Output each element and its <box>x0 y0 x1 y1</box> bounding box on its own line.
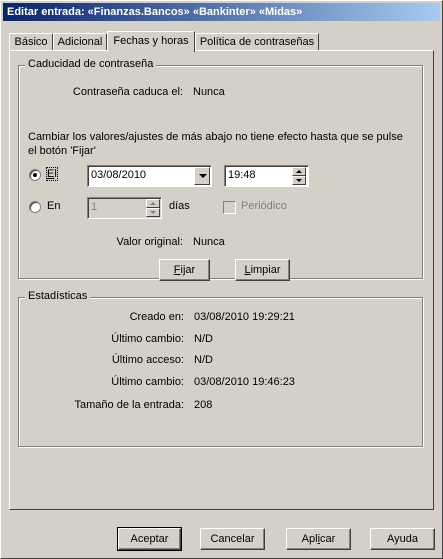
statistics-group: Estadísticas Creado en: 03/08/2010 19:29… <box>18 290 423 447</box>
tab-dates-times[interactable]: Fechas y horas <box>107 31 195 52</box>
original-value: Nunca <box>193 236 225 248</box>
tab-additional[interactable]: Adicional <box>53 33 107 50</box>
time-spin-down[interactable] <box>292 176 306 185</box>
window-title: Editar entrada: «Finanzas.Bancos» «Banki… <box>3 3 440 21</box>
radio-in-days[interactable] <box>29 201 41 213</box>
radio-on-date-label[interactable]: El <box>46 167 58 181</box>
set-button[interactable]: Fijar <box>159 259 210 281</box>
periodic-checkbox[interactable] <box>223 201 236 214</box>
radio-in-days-label[interactable]: En <box>47 200 60 212</box>
chevron-down-icon <box>199 174 207 178</box>
stat-label: Último cambio: <box>111 376 184 388</box>
stat-label: Tamaño de la entrada: <box>74 399 184 411</box>
statistics-group-title: Estadísticas <box>25 290 91 302</box>
stat-value: 208 <box>194 399 213 411</box>
notice-text: Cambiar los valores/ajustes de más abajo… <box>28 131 403 157</box>
cancel-button[interactable]: Cancelar <box>200 528 265 550</box>
stat-value: 03/08/2010 19:29:21 <box>194 311 295 323</box>
days-spin-up[interactable] <box>146 199 160 208</box>
radio-selected-dot <box>33 173 37 177</box>
periodic-label: Periódico <box>241 200 287 212</box>
edit-entry-dialog: Editar entrada: «Finanzas.Bancos» «Banki… <box>0 0 443 559</box>
expiry-group-title: Caducidad de contraseña <box>25 58 157 70</box>
stat-value: N/D <box>194 333 213 345</box>
expiry-group: Caducidad de contraseña Contraseña caduc… <box>18 58 423 281</box>
accept-button[interactable]: Aceptar <box>117 527 182 551</box>
tab-password-policy[interactable]: Política de contraseñas <box>195 33 319 50</box>
clear-button[interactable]: Limpiar <box>235 259 290 281</box>
arrow-up-icon <box>296 170 302 173</box>
time-spin-up[interactable] <box>292 167 306 176</box>
help-button[interactable]: Ayuda <box>370 528 435 550</box>
stat-label: Último cambio: <box>111 333 184 345</box>
arrow-down-icon <box>296 179 302 182</box>
expires-value: Nunca <box>193 86 225 98</box>
date-dropdown-button[interactable] <box>194 167 210 185</box>
tab-panel: Caducidad de contraseña Contraseña caduc… <box>9 50 434 510</box>
days-spin-down[interactable] <box>146 208 160 217</box>
arrow-down-icon <box>150 211 156 214</box>
stat-label: Creado en: <box>129 311 184 323</box>
tab-basic[interactable]: Básico <box>9 33 53 50</box>
stat-value: N/D <box>194 354 213 366</box>
arrow-up-icon <box>150 202 156 205</box>
original-value-label: Valor original: <box>116 236 183 248</box>
stat-label: Último acceso: <box>111 354 184 366</box>
apply-button[interactable]: Aplicar <box>286 528 351 550</box>
radio-on-date[interactable] <box>29 169 41 181</box>
expires-label: Contraseña caduca el: <box>72 86 183 98</box>
days-label: días <box>169 200 190 212</box>
stat-value: 03/08/2010 19:46:23 <box>194 376 295 388</box>
